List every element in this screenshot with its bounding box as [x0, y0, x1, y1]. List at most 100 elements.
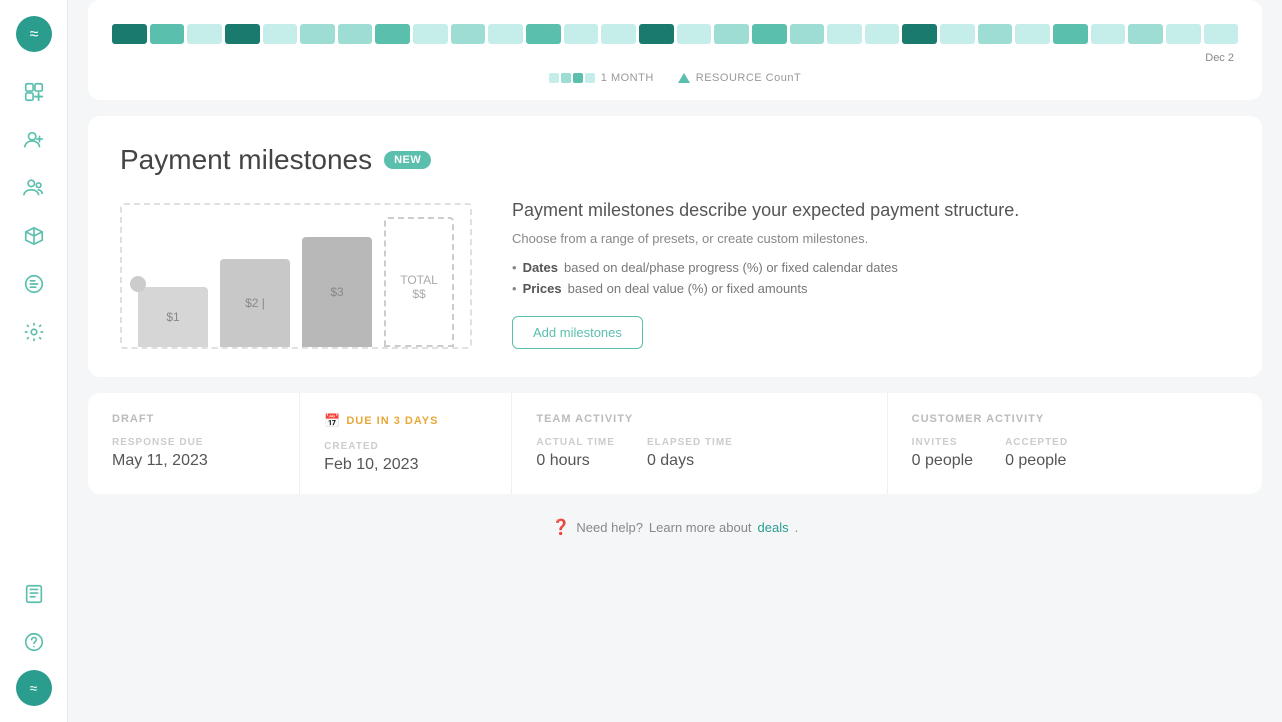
- new-badge: NEW: [384, 151, 431, 169]
- chart-bar-28: [1128, 24, 1163, 44]
- accepted-value: 0 people: [1005, 452, 1068, 470]
- created-label: CREATED: [324, 441, 487, 452]
- legend-resource-label: RESOURCE CounT: [696, 72, 801, 84]
- chart-bar-9: [413, 24, 448, 44]
- chart-date-label: Dec 2: [1205, 52, 1234, 64]
- milestones-header: Payment milestones NEW: [120, 144, 1230, 176]
- customer-activity-row: INVITES 0 people ACCEPTED 0 people: [912, 437, 1238, 470]
- invites-value: 0 people: [912, 452, 973, 470]
- customer-activity-cell: CUSTOMER ACTIVITY INVITES 0 people ACCEP…: [888, 393, 1262, 494]
- elapsed-time-value: 0 days: [647, 452, 733, 470]
- chart-bars: [112, 16, 1238, 44]
- draft-header: DRAFT: [112, 413, 275, 425]
- main-content: Dec 2 1 MONTH RESOURCE CounT Payment mil…: [68, 0, 1282, 722]
- chart-bar-23: [940, 24, 975, 44]
- milestones-chart: $1 $2 | $3 TOT: [120, 203, 472, 349]
- bullet-dates-label: Dates: [523, 260, 558, 275]
- chart-bar-20: [827, 24, 862, 44]
- legend-month-label: 1 MONTH: [601, 72, 654, 84]
- learn-text: Learn more about: [649, 520, 752, 535]
- milestones-chart-wrap: $1 $2 | $3 TOT: [120, 203, 472, 349]
- milestones-section: Payment milestones NEW $1 $2 |: [88, 116, 1262, 377]
- deals-link[interactable]: deals: [758, 520, 789, 535]
- chart-bar-3: [187, 24, 222, 44]
- chart-bar-6: [300, 24, 335, 44]
- milestone-bar-3: $3: [302, 237, 372, 347]
- bullet-dates: Dates based on deal/phase progress (%) o…: [512, 260, 1230, 275]
- milestones-desc-title: Payment milestones describe your expecte…: [512, 200, 1230, 221]
- bullet-prices: Prices based on deal value (%) or fixed …: [512, 281, 1230, 296]
- milestone-bar-1: $1: [138, 287, 208, 347]
- actual-time-value: 0 hours: [536, 452, 615, 470]
- milestones-desc-sub: Choose from a range of presets, or creat…: [512, 231, 1230, 246]
- due-cell: 📅 DUE IN 3 DAYS CREATED Feb 10, 2023: [300, 393, 512, 494]
- milestones-content: $1 $2 | $3 TOT: [120, 200, 1230, 349]
- invites-item: INVITES 0 people: [912, 437, 973, 470]
- accepted-item: ACCEPTED 0 people: [1005, 437, 1068, 470]
- chart-bar-18: [752, 24, 787, 44]
- legend-month[interactable]: 1 MONTH: [549, 72, 654, 84]
- legend-resource[interactable]: RESOURCE CounT: [678, 72, 801, 84]
- chart-bar-19: [790, 24, 825, 44]
- triangle-icon: [678, 73, 690, 83]
- elapsed-time-item: ELAPSED TIME 0 days: [647, 437, 733, 470]
- footer-period: .: [795, 520, 799, 535]
- sidebar-item-dashboard[interactable]: [14, 72, 54, 112]
- chart-bar-17: [714, 24, 749, 44]
- customer-activity-header: CUSTOMER ACTIVITY: [912, 413, 1238, 425]
- legend-bar-4: [585, 73, 595, 83]
- milestone-bar-2-wrap: $2 |: [220, 259, 290, 347]
- help-icon: ❓: [552, 518, 571, 536]
- legend-month-bars: [549, 73, 595, 83]
- chart-bar-10: [451, 24, 486, 44]
- sidebar-item-help[interactable]: [14, 622, 54, 662]
- bullet-prices-label: Prices: [523, 281, 562, 296]
- milestone-bar-1-wrap: $1: [138, 287, 208, 347]
- chart-bar-24: [978, 24, 1013, 44]
- chart-bar-2: [150, 24, 185, 44]
- info-bar: DRAFT RESPONSE DUE May 11, 2023 📅 DUE IN…: [88, 393, 1262, 494]
- milestone-bar-3-wrap: $3: [302, 237, 372, 347]
- due-header: 📅 DUE IN 3 DAYS: [324, 413, 487, 429]
- bullet-prices-text: based on deal value (%) or fixed amounts: [568, 281, 808, 296]
- chart-bar-14: [601, 24, 636, 44]
- team-activity-row: ACTUAL TIME 0 hours ELAPSED TIME 0 days: [536, 437, 862, 470]
- bullet-dates-text: based on deal/phase progress (%) or fixe…: [564, 260, 898, 275]
- calendar-icon: 📅: [324, 413, 340, 429]
- add-milestones-button[interactable]: Add milestones: [512, 316, 643, 349]
- chart-bar-29: [1166, 24, 1201, 44]
- total-bar-label: TOTAL$$: [400, 273, 438, 301]
- milestone-dot: [130, 276, 146, 292]
- user-avatar[interactable]: ≈: [16, 670, 52, 706]
- sidebar: ≈: [0, 0, 68, 722]
- team-activity-label: TEAM ACTIVITY: [536, 413, 633, 425]
- app-logo[interactable]: ≈: [16, 16, 52, 52]
- chart-date: Dec 2: [112, 52, 1238, 64]
- chart-bar-25: [1015, 24, 1050, 44]
- draft-label: DRAFT: [112, 413, 154, 425]
- sidebar-item-chat[interactable]: [14, 264, 54, 304]
- chart-bar-26: [1053, 24, 1088, 44]
- actual-time-label: ACTUAL TIME: [536, 437, 615, 448]
- chart-bar-16: [677, 24, 712, 44]
- sidebar-item-team[interactable]: [14, 168, 54, 208]
- sidebar-item-box[interactable]: [14, 216, 54, 256]
- sidebar-item-settings[interactable]: [14, 312, 54, 352]
- chart-bar-22: [902, 24, 937, 44]
- chart-bar-7: [338, 24, 373, 44]
- chart-bar-21: [865, 24, 900, 44]
- milestones-description: Payment milestones describe your expecte…: [512, 200, 1230, 349]
- chart-bar-13: [564, 24, 599, 44]
- legend-bar-2: [561, 73, 571, 83]
- legend-bar-3: [573, 73, 583, 83]
- milestone-bar-4-wrap: TOTAL$$: [384, 217, 454, 347]
- chart-bar-5: [263, 24, 298, 44]
- chart-section: Dec 2 1 MONTH RESOURCE CounT: [88, 0, 1262, 100]
- milestones-title: Payment milestones: [120, 144, 372, 176]
- chart-bar-4: [225, 24, 260, 44]
- chart-bar-27: [1091, 24, 1126, 44]
- help-footer: ❓ Need help? Learn more about deals .: [88, 510, 1262, 544]
- due-label: DUE IN 3 DAYS: [346, 415, 438, 427]
- sidebar-item-user-admin[interactable]: [14, 120, 54, 160]
- sidebar-item-reports[interactable]: [14, 574, 54, 614]
